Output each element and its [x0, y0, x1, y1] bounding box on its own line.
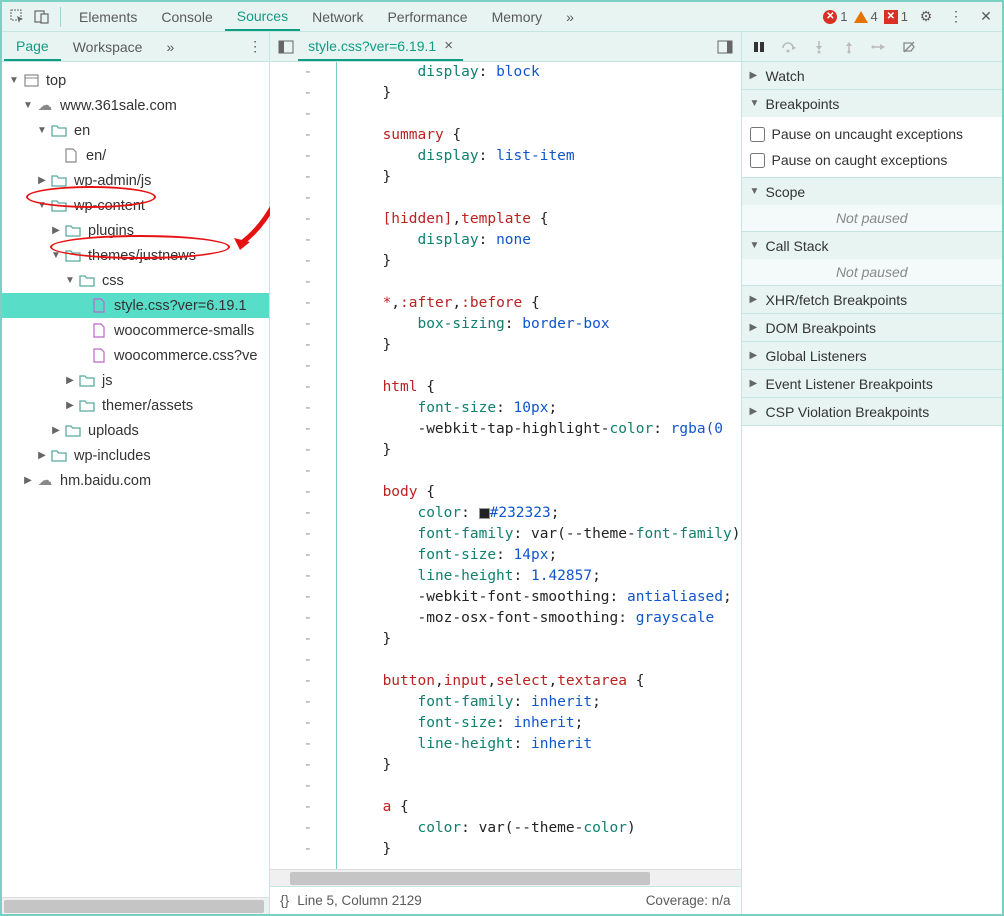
section-csp[interactable]: ▶CSP Violation Breakpoints [742, 398, 1003, 425]
chk-pause-caught[interactable]: Pause on caught exceptions [750, 147, 995, 173]
editor-panel: style.css?ver=6.19.1× ------------------… [270, 32, 741, 914]
code-editor[interactable]: -------------------------------------- d… [270, 62, 740, 869]
sidebar-tab-workspace[interactable]: Workspace [61, 32, 155, 61]
error-badge[interactable]: ✕1 [823, 9, 847, 24]
inspect-icon[interactable] [6, 5, 30, 29]
tree-stylecss[interactable]: style.css?ver=6.19.1 [2, 293, 269, 318]
tabs-overflow-icon[interactable]: » [554, 2, 586, 31]
section-event[interactable]: ▶Event Listener Breakpoints [742, 370, 1003, 397]
sidebar-scrollbar[interactable] [2, 897, 269, 914]
devtools-toolbar: Elements Console Sources Network Perform… [2, 2, 1002, 32]
debugger-panel: ▶Watch ▼Breakpoints Pause on uncaught ex… [742, 32, 1003, 914]
editor-tab-close-icon[interactable]: × [444, 37, 453, 54]
callstack-not-paused: Not paused [742, 259, 1003, 285]
sidebar-tabs-overflow-icon[interactable]: » [154, 32, 186, 61]
tree-uploads[interactable]: ▶uploads [2, 418, 269, 443]
step-into-icon[interactable] [808, 36, 830, 58]
tree-themer[interactable]: ▶themer/assets [2, 393, 269, 418]
tree-en-folder[interactable]: ▼en [2, 118, 269, 143]
section-breakpoints[interactable]: ▼Breakpoints [742, 90, 1003, 117]
step-over-icon[interactable] [778, 36, 800, 58]
tree-wpadmin[interactable]: ▶wp-admin/js [2, 168, 269, 193]
toggle-debugger-icon[interactable] [713, 35, 737, 59]
settings-icon[interactable]: ⚙ [914, 5, 938, 29]
issue-badge[interactable]: ✕1 [884, 9, 908, 24]
step-icon[interactable] [868, 36, 890, 58]
editor-tab-stylecss[interactable]: style.css?ver=6.19.1× [298, 32, 463, 61]
section-scope[interactable]: ▼Scope [742, 178, 1003, 205]
tree-domain[interactable]: ▼☁www.361sale.com [2, 93, 269, 118]
close-icon[interactable]: ✕ [974, 5, 998, 29]
sidebar-tab-page[interactable]: Page [4, 32, 61, 61]
section-callstack[interactable]: ▼Call Stack [742, 232, 1003, 259]
section-global[interactable]: ▶Global Listeners [742, 342, 1003, 369]
cursor-position: Line 5, Column 2129 [297, 893, 422, 908]
deactivate-breakpoints-icon[interactable] [898, 36, 920, 58]
file-tree: ▼top ▼☁www.361sale.com ▼en en/ ▶wp-admin… [2, 62, 269, 897]
section-dom[interactable]: ▶DOM Breakpoints [742, 314, 1003, 341]
kebab-icon[interactable]: ⋮ [944, 5, 968, 29]
tree-woosmall[interactable]: woocommerce-smalls [2, 318, 269, 343]
tab-elements[interactable]: Elements [67, 2, 149, 31]
tab-performance[interactable]: Performance [375, 2, 479, 31]
tab-console[interactable]: Console [149, 2, 224, 31]
editor-statusbar: {} Line 5, Column 2129 Coverage: n/a [270, 886, 740, 914]
pause-icon[interactable] [748, 36, 770, 58]
tab-network[interactable]: Network [300, 2, 375, 31]
device-toggle-icon[interactable] [30, 5, 54, 29]
main-tabs: Elements Console Sources Network Perform… [67, 2, 823, 31]
tree-en-file[interactable]: en/ [2, 143, 269, 168]
tree-css[interactable]: ▼css [2, 268, 269, 293]
tree-themes[interactable]: ▼themes/justnews [2, 243, 269, 268]
editor-scrollbar-x[interactable] [270, 869, 740, 886]
tree-js[interactable]: ▶js [2, 368, 269, 393]
coverage-status: Coverage: n/a [646, 893, 731, 908]
section-xhr[interactable]: ▶XHR/fetch Breakpoints [742, 286, 1003, 313]
sidebar-kebab-icon[interactable]: ⋮ [243, 35, 267, 59]
scope-not-paused: Not paused [742, 205, 1003, 231]
toggle-navigator-icon[interactable] [274, 35, 298, 59]
tab-sources[interactable]: Sources [225, 2, 300, 31]
tree-wpcontent[interactable]: ▼wp-content [2, 193, 269, 218]
tree-baidu[interactable]: ▶☁hm.baidu.com [2, 468, 269, 493]
section-watch[interactable]: ▶Watch [742, 62, 1003, 89]
tree-wpincludes[interactable]: ▶wp-includes [2, 443, 269, 468]
step-out-icon[interactable] [838, 36, 860, 58]
tab-memory[interactable]: Memory [480, 2, 555, 31]
warning-badge[interactable]: 4 [854, 9, 878, 24]
tree-top[interactable]: ▼top [2, 68, 269, 93]
brackets-icon[interactable]: {} [280, 893, 289, 908]
chk-pause-uncaught[interactable]: Pause on uncaught exceptions [750, 121, 995, 147]
tree-plugins[interactable]: ▶plugins [2, 218, 269, 243]
navigator-sidebar: Page Workspace » ⋮ ▼top ▼☁www.361sale.co… [2, 32, 270, 914]
tree-woo[interactable]: woocommerce.css?ve [2, 343, 269, 368]
